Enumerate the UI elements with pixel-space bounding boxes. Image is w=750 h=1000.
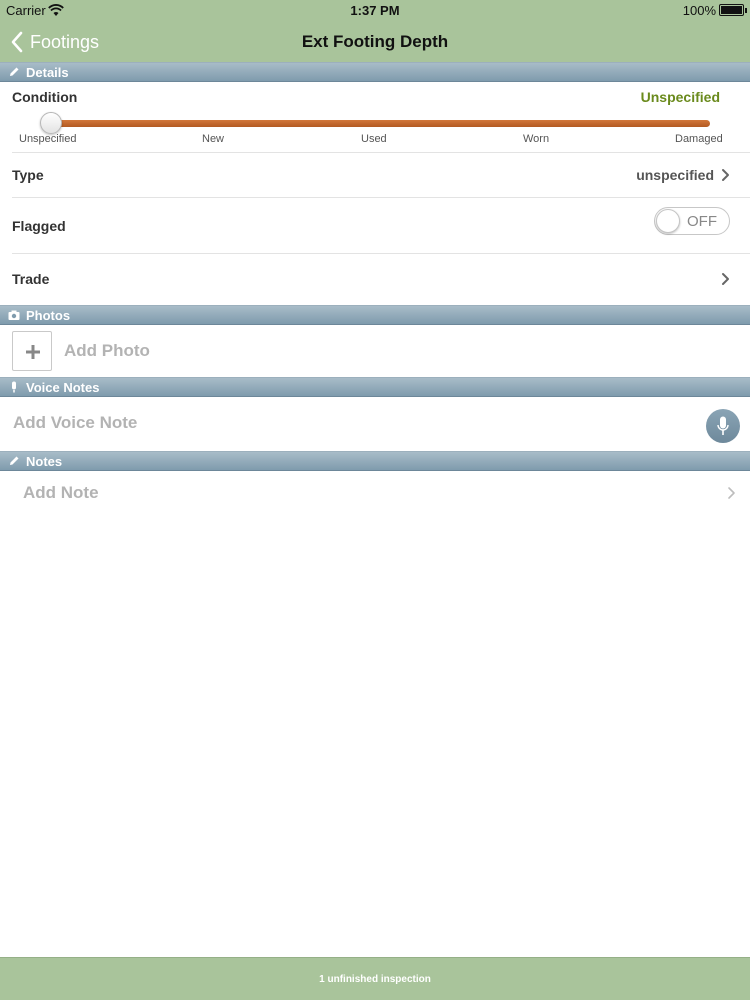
add-photo-label[interactable]: Add Photo bbox=[64, 341, 150, 361]
section-header-voice-notes: Voice Notes bbox=[0, 377, 750, 397]
battery-icon bbox=[719, 4, 747, 16]
section-title: Photos bbox=[26, 307, 71, 323]
section-title: Notes bbox=[26, 453, 63, 469]
trade-label: Trade bbox=[12, 271, 50, 287]
battery-percent: 100% bbox=[682, 3, 716, 18]
pencil-icon bbox=[10, 67, 19, 76]
type-value: unspecified bbox=[636, 167, 714, 183]
flagged-toggle[interactable]: OFF bbox=[654, 207, 730, 235]
chevron-right-icon bbox=[722, 273, 729, 285]
section-title: Details bbox=[26, 64, 69, 80]
toggle-knob bbox=[656, 209, 680, 233]
flagged-label: Flagged bbox=[12, 217, 66, 234]
type-row[interactable]: Type unspecified bbox=[0, 153, 750, 197]
slider-tick-label: Unspecified bbox=[19, 133, 77, 145]
condition-value: Unspecified bbox=[640, 89, 720, 105]
record-voice-note-button[interactable] bbox=[706, 409, 740, 443]
section-header-details: Details bbox=[0, 62, 750, 82]
slider-tick-label: Worn bbox=[523, 133, 550, 145]
clock: 1:37 PM bbox=[350, 3, 400, 18]
condition-label: Condition bbox=[12, 89, 78, 105]
add-voice-note-label[interactable]: Add Voice Note bbox=[13, 413, 137, 433]
add-note-label[interactable]: Add Note bbox=[23, 483, 99, 503]
slider-tick-label: New bbox=[202, 133, 225, 145]
condition-slider-thumb[interactable] bbox=[40, 112, 62, 134]
navigation-bar: Carrier 1:37 PM 100% Footings Ext Footin… bbox=[0, 0, 750, 62]
page-title: Ext Footing Depth bbox=[301, 32, 449, 51]
unfinished-inspection-status[interactable]: 1 unfinished inspection bbox=[319, 974, 431, 985]
toggle-state: OFF bbox=[687, 213, 717, 230]
microphone-icon bbox=[12, 381, 16, 393]
condition-slider-track[interactable] bbox=[46, 120, 710, 127]
pencil-icon bbox=[10, 456, 19, 465]
slider-tick-label: Damaged bbox=[675, 133, 723, 145]
trade-row[interactable]: Trade bbox=[0, 254, 750, 304]
type-label: Type bbox=[12, 167, 44, 183]
plus-icon bbox=[26, 345, 40, 359]
footer-bar: 1 unfinished inspection bbox=[0, 957, 750, 1000]
chevron-right-icon bbox=[722, 169, 729, 181]
camera-icon bbox=[8, 310, 20, 320]
section-header-photos: Photos bbox=[0, 305, 750, 325]
microphone-icon bbox=[717, 416, 729, 435]
status-bar: Carrier 1:37 PM 100% bbox=[0, 0, 750, 20]
section-title: Voice Notes bbox=[26, 379, 100, 395]
flagged-row: Flagged bbox=[0, 198, 750, 253]
slider-tick-label: Used bbox=[361, 133, 387, 145]
add-photo-button[interactable] bbox=[12, 331, 52, 371]
chevron-right-icon[interactable] bbox=[727, 486, 736, 500]
section-header-notes: Notes bbox=[0, 451, 750, 471]
